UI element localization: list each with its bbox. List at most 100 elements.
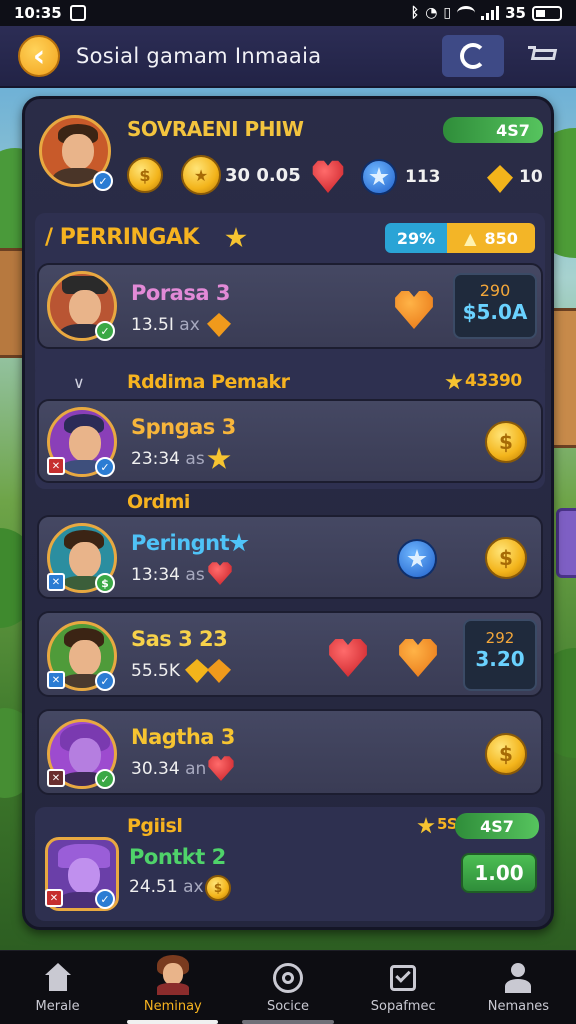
- heart-icon: [312, 160, 344, 193]
- player-row[interactable]: ✕ ✓ Sas 3 23 55.5K 292 3.20: [37, 611, 543, 697]
- coin-button[interactable]: $: [485, 733, 527, 775]
- back-button[interactable]: ‹: [18, 35, 60, 77]
- nav-item-tasks[interactable]: Sopafmec: [346, 951, 461, 1024]
- status-time: 10:35: [14, 4, 62, 22]
- player-meta: 13.5I ax: [131, 315, 200, 335]
- player-meta-value: 23:34: [131, 449, 180, 469]
- bottom-navigation: Merale Neminay Socice Sopafmec Nemanes: [0, 950, 576, 1024]
- social-icon: [271, 961, 305, 995]
- refresh-icon: [460, 43, 486, 69]
- nav-item-profile[interactable]: Nemanes: [461, 951, 576, 1024]
- chevron-down-icon[interactable]: ∨: [73, 373, 85, 392]
- star-icon: [445, 373, 463, 390]
- blue-badge-icon: ✕: [47, 573, 65, 591]
- nav-label: Socice: [266, 999, 310, 1014]
- player-meta-value: 55.5K: [131, 661, 180, 681]
- nav-item-home[interactable]: Merale: [0, 951, 115, 1024]
- profile-name: SOVRAENI PHIW: [127, 117, 304, 141]
- gold-gem-icon: [185, 659, 209, 683]
- nav-label: Nemanes: [487, 999, 550, 1014]
- player-meta-unit: ax: [179, 315, 200, 335]
- price-box[interactable]: 290 $5.0A: [453, 273, 537, 339]
- coins-pill: ▲ 850: [447, 223, 535, 253]
- coin-button[interactable]: $: [485, 421, 527, 463]
- profile-icon: [501, 961, 535, 995]
- player-name: Peringnt: [131, 531, 230, 555]
- level-pill: 4S7: [443, 117, 543, 143]
- battery-icon: [532, 5, 562, 21]
- level-value: 4S7: [496, 120, 530, 140]
- shield-badge-icon: ✓: [95, 671, 115, 691]
- coin-button[interactable]: $: [485, 537, 527, 579]
- player-meta: 13:34 as: [131, 565, 205, 585]
- player-meta-unit: as: [185, 565, 205, 585]
- verified-badge-icon: ✓: [93, 171, 113, 191]
- gold-gem-icon: [207, 313, 231, 337]
- red-heart-icon: [208, 562, 232, 585]
- player-meta-value: 30.34: [131, 759, 180, 779]
- player-meta-unit: as: [185, 449, 205, 469]
- nav-item-character[interactable]: Neminay: [115, 951, 230, 1024]
- red-heart-icon: [208, 756, 234, 781]
- shop-cart-button[interactable]: [528, 44, 558, 68]
- player-meta-unit: ax: [183, 877, 204, 897]
- profile-stat-gold: 10: [519, 167, 543, 187]
- section-title: Pgiisl: [127, 815, 183, 837]
- tab-indicator: [242, 1020, 334, 1024]
- red-badge-icon: ✕: [45, 889, 63, 907]
- star-icon: [207, 447, 231, 469]
- red-badge-icon: ✕: [47, 457, 65, 475]
- player-row[interactable]: ✕ $ Peringnt 13:34 as $: [37, 515, 543, 599]
- player-name: Spngas 3: [131, 415, 236, 439]
- player-meta: 24.51 ax: [129, 877, 204, 897]
- price-top: 290: [479, 281, 511, 300]
- section-score: 43390: [465, 371, 522, 391]
- cart-icon: [530, 49, 558, 60]
- chevron-left-icon: ‹: [32, 38, 46, 74]
- home-icon: [41, 961, 75, 995]
- player-meta-value: 13:34: [131, 565, 180, 585]
- percent-value: 29%: [396, 228, 436, 248]
- shield-badge-icon: ✓: [95, 889, 115, 909]
- player-row[interactable]: ✕ ✓ Pontkt 2 24.51 ax $ 1.00: [37, 837, 543, 915]
- profile-summary: ✓ SOVRAENI PHIW 4S7 $ ★ 30 0.05 113 10: [35, 105, 545, 201]
- nav-label: Merale: [35, 999, 80, 1014]
- buy-button[interactable]: 1.00: [461, 853, 537, 893]
- bluetooth-icon: ᛒ: [410, 5, 420, 21]
- price-main: $5.0A: [462, 300, 528, 324]
- price-box[interactable]: 292 3.20: [463, 619, 537, 691]
- refresh-button[interactable]: [442, 35, 504, 77]
- nav-item-social[interactable]: Socice: [230, 951, 345, 1024]
- section-title: / PERRINGAK: [45, 225, 199, 250]
- price-main: 3.20: [475, 647, 525, 671]
- player-meta: 30.34 an: [131, 759, 206, 779]
- page-title: Sosial gamam Inmaaia: [76, 44, 322, 68]
- player-meta-value: 13.5I: [131, 315, 174, 335]
- player-row[interactable]: ✕ ✓ Nagtha 3 30.34 an $: [37, 709, 543, 795]
- red-heart-icon[interactable]: [329, 639, 367, 677]
- player-meta: 23:34 as: [131, 449, 205, 469]
- blue-star-gem-icon[interactable]: [397, 539, 437, 579]
- coins-value: 850: [484, 228, 518, 248]
- blue-badge-icon: ✕: [47, 671, 65, 689]
- signal-icon: [481, 6, 500, 20]
- app-header: ‹ Sosial gamam Inmaaia: [0, 26, 576, 88]
- blue-star-gem-icon: [361, 159, 397, 195]
- coin-badge-icon: $: [95, 573, 115, 593]
- star-icon: [225, 227, 247, 248]
- coin-icon: $: [205, 875, 231, 901]
- player-row[interactable]: ✕ ✓ Spngas 3 23:34 as $: [37, 399, 543, 483]
- player-name: Pontkt 2: [129, 845, 226, 869]
- leaderboard-panel: ✓ SOVRAENI PHIW 4S7 $ ★ 30 0.05 113 10 /…: [22, 96, 554, 930]
- player-row[interactable]: ✓ Porasa 3 13.5I ax 290 $5.0A: [37, 263, 543, 349]
- active-tab-indicator: [127, 1020, 219, 1024]
- orange-heart-icon[interactable]: [399, 639, 437, 677]
- orange-heart-icon[interactable]: [395, 291, 433, 329]
- shield-badge-icon: ✓: [95, 457, 115, 477]
- status-bar: 10:35 ᛒ ◔ ▯ 35: [0, 0, 576, 26]
- player-meta-unit: an: [185, 759, 207, 779]
- coin-icon: $: [127, 157, 163, 193]
- gold-gem-icon: [207, 659, 231, 683]
- red-badge-icon: ✕: [47, 769, 65, 787]
- player-name: Sas 3 23: [131, 627, 228, 651]
